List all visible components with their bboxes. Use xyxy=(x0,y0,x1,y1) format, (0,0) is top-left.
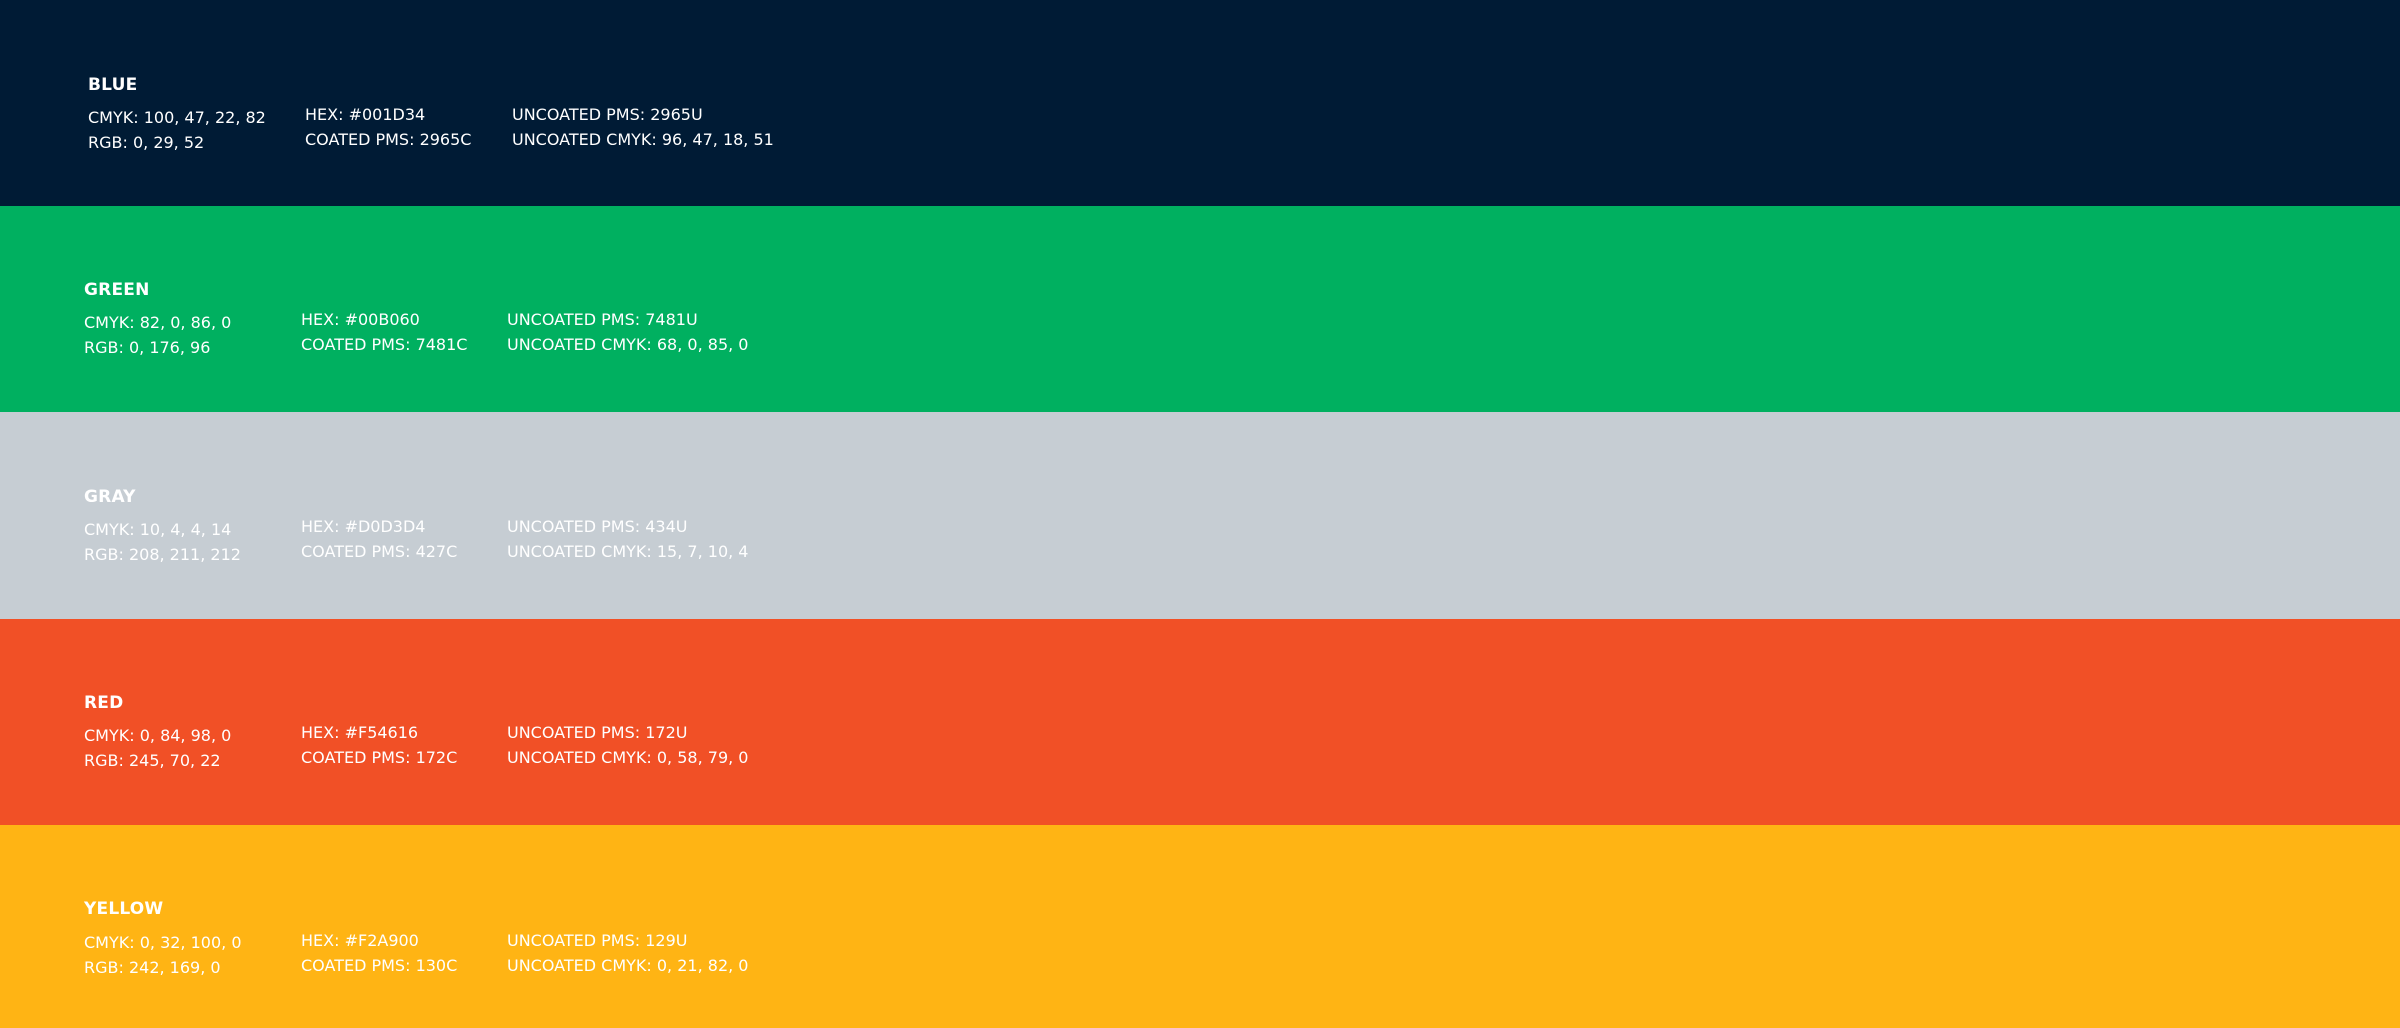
swatch-name: GREEN xyxy=(84,280,150,300)
hex-pms-values: HEX: #00B060 COATED PMS: 7481C xyxy=(301,307,467,357)
swatch-gray: GRAY CMYK: 10, 4, 4, 14 RGB: 208, 211, 2… xyxy=(0,412,2400,619)
hex-value: HEX: #00B060 xyxy=(301,310,420,329)
uncoated-values: UNCOATED PMS: 2965U UNCOATED CMYK: 96, 4… xyxy=(512,102,774,152)
uncoated-pms-value: UNCOATED PMS: 434U xyxy=(507,517,688,536)
hex-pms-values: HEX: #001D34 COATED PMS: 2965C xyxy=(305,102,471,152)
uncoated-values: UNCOATED PMS: 434U UNCOATED CMYK: 15, 7,… xyxy=(507,514,748,564)
hex-value: HEX: #D0D3D4 xyxy=(301,517,426,536)
hex-pms-values: HEX: #F2A900 COATED PMS: 130C xyxy=(301,928,457,978)
swatch-name: YELLOW xyxy=(84,899,164,919)
hex-value: HEX: #001D34 xyxy=(305,105,426,124)
hex-pms-values: HEX: #D0D3D4 COATED PMS: 427C xyxy=(301,514,457,564)
coated-pms-value: COATED PMS: 130C xyxy=(301,956,458,975)
rgb-value: RGB: 0, 29, 52 xyxy=(88,133,205,152)
uncoated-cmyk-value: UNCOATED CMYK: 15, 7, 10, 4 xyxy=(507,542,749,561)
swatch-name: BLUE xyxy=(88,75,138,95)
print-values: CMYK: 10, 4, 4, 14 RGB: 208, 211, 212 xyxy=(84,517,241,567)
swatch-yellow: YELLOW CMYK: 0, 32, 100, 0 RGB: 242, 169… xyxy=(0,825,2400,1028)
rgb-value: RGB: 208, 211, 212 xyxy=(84,545,241,564)
hex-pms-values: HEX: #F54616 COATED PMS: 172C xyxy=(301,720,457,770)
uncoated-cmyk-value: UNCOATED CMYK: 96, 47, 18, 51 xyxy=(512,130,774,149)
uncoated-pms-value: UNCOATED PMS: 7481U xyxy=(507,310,698,329)
rgb-value: RGB: 0, 176, 96 xyxy=(84,338,211,357)
color-palette: BLUE CMYK: 100, 47, 22, 82 RGB: 0, 29, 5… xyxy=(0,0,2400,1028)
coated-pms-value: COATED PMS: 2965C xyxy=(305,130,472,149)
rgb-value: RGB: 245, 70, 22 xyxy=(84,751,221,770)
swatch-name: GRAY xyxy=(84,487,136,507)
cmyk-value: CMYK: 0, 84, 98, 0 xyxy=(84,726,232,745)
rgb-value: RGB: 242, 169, 0 xyxy=(84,958,221,977)
swatch-blue: BLUE CMYK: 100, 47, 22, 82 RGB: 0, 29, 5… xyxy=(0,0,2400,206)
print-values: CMYK: 0, 84, 98, 0 RGB: 245, 70, 22 xyxy=(84,723,231,773)
coated-pms-value: COATED PMS: 427C xyxy=(301,542,458,561)
uncoated-pms-value: UNCOATED PMS: 172U xyxy=(507,723,688,742)
uncoated-cmyk-value: UNCOATED CMYK: 0, 21, 82, 0 xyxy=(507,956,749,975)
print-values: CMYK: 82, 0, 86, 0 RGB: 0, 176, 96 xyxy=(84,310,231,360)
uncoated-cmyk-value: UNCOATED CMYK: 0, 58, 79, 0 xyxy=(507,748,749,767)
print-values: CMYK: 100, 47, 22, 82 RGB: 0, 29, 52 xyxy=(88,105,266,155)
swatch-green: GREEN CMYK: 82, 0, 86, 0 RGB: 0, 176, 96… xyxy=(0,206,2400,412)
uncoated-values: UNCOATED PMS: 7481U UNCOATED CMYK: 68, 0… xyxy=(507,307,748,357)
coated-pms-value: COATED PMS: 7481C xyxy=(301,335,468,354)
swatch-name: RED xyxy=(84,693,124,713)
cmyk-value: CMYK: 0, 32, 100, 0 xyxy=(84,933,242,952)
uncoated-pms-value: UNCOATED PMS: 129U xyxy=(507,931,688,950)
cmyk-value: CMYK: 82, 0, 86, 0 xyxy=(84,313,232,332)
coated-pms-value: COATED PMS: 172C xyxy=(301,748,458,767)
print-values: CMYK: 0, 32, 100, 0 RGB: 242, 169, 0 xyxy=(84,930,242,980)
uncoated-cmyk-value: UNCOATED CMYK: 68, 0, 85, 0 xyxy=(507,335,749,354)
uncoated-pms-value: UNCOATED PMS: 2965U xyxy=(512,105,703,124)
uncoated-values: UNCOATED PMS: 172U UNCOATED CMYK: 0, 58,… xyxy=(507,720,748,770)
cmyk-value: CMYK: 10, 4, 4, 14 xyxy=(84,520,232,539)
hex-value: HEX: #F54616 xyxy=(301,723,419,742)
hex-value: HEX: #F2A900 xyxy=(301,931,419,950)
uncoated-values: UNCOATED PMS: 129U UNCOATED CMYK: 0, 21,… xyxy=(507,928,748,978)
swatch-red: RED CMYK: 0, 84, 98, 0 RGB: 245, 70, 22 … xyxy=(0,619,2400,825)
cmyk-value: CMYK: 100, 47, 22, 82 xyxy=(88,108,266,127)
